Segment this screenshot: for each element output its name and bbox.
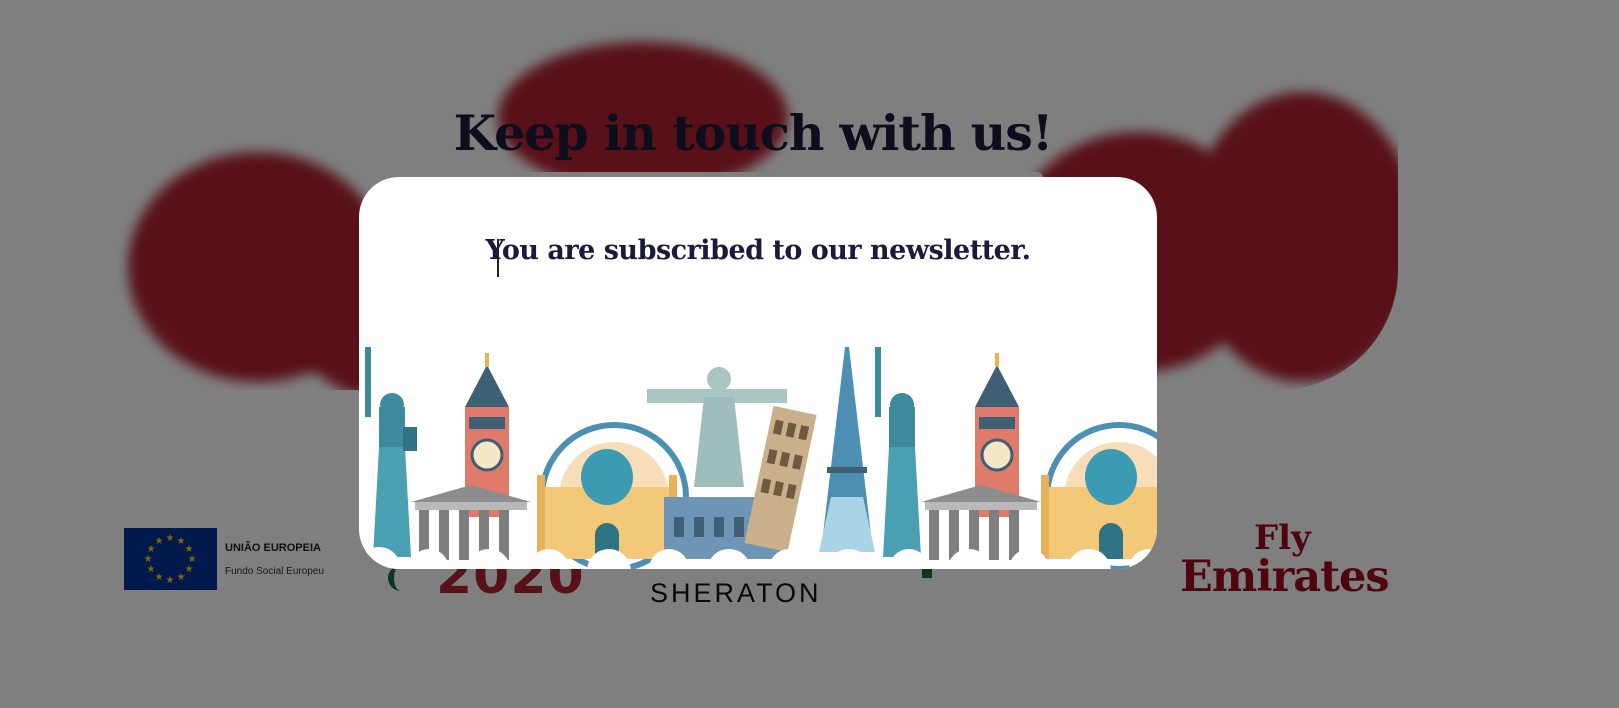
world-landmarks-illustration [359, 347, 1157, 569]
tower-of-pisa-icon [744, 405, 817, 553]
statue-of-liberty-icon [875, 347, 921, 557]
statue-of-liberty-icon [365, 347, 417, 557]
eiffel-tower-icon [819, 347, 875, 552]
temple-icon [411, 485, 531, 560]
subscription-message: You are subscribed to our newsletter. [485, 235, 1031, 266]
temple-icon [921, 485, 1041, 560]
subscription-confirmation-modal: You are subscribed to our newsletter. [359, 177, 1157, 569]
